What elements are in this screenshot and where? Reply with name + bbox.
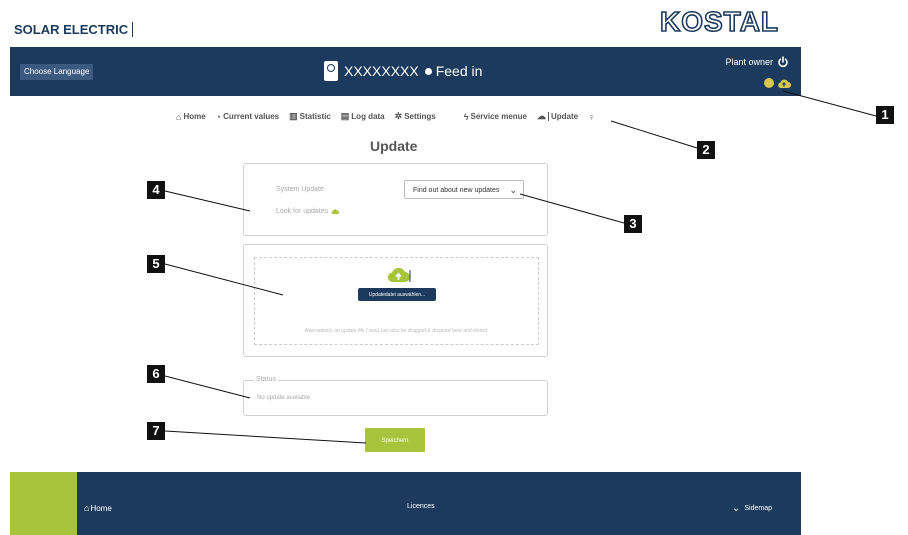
power-icon[interactable] xyxy=(777,56,789,68)
kostal-logo: KOSTAL xyxy=(659,5,780,38)
owner-label: Plant owner xyxy=(725,57,773,67)
device-status: XXXXXXXX Feed in xyxy=(324,59,482,83)
choose-update-file-button[interactable]: Updatedatei auswählen... xyxy=(358,288,436,301)
cloud-upload-icon[interactable] xyxy=(777,78,791,89)
feed-status-dot xyxy=(424,67,432,75)
gauge-icon: ◔ xyxy=(215,111,222,122)
gear-icon: ✲ xyxy=(394,111,403,121)
look-for-updates[interactable]: Look for updates xyxy=(276,208,340,215)
globe-icon[interactable] xyxy=(764,78,774,88)
nav-home[interactable]: ⌂ Home xyxy=(176,112,206,122)
cloud-upload-icon: ☁ xyxy=(537,111,546,121)
cloud-upload-icon[interactable] xyxy=(331,208,340,215)
nav-service-menu-label: Service menue xyxy=(470,112,527,121)
status-text: No update available xyxy=(257,395,311,401)
lightning-icon: ϟ xyxy=(463,111,469,122)
system-update-label: System Update xyxy=(276,186,324,193)
nav-update-label: Update xyxy=(548,112,578,121)
top-bar: Choose Language XXXXXXXX Feed in Plant o… xyxy=(10,47,801,96)
callout-1: 1 xyxy=(876,106,894,124)
file-drop-zone[interactable]: Updatedatei auswählen... Alternatively, … xyxy=(254,257,539,345)
system-update-card: System Update Look for updates Find out … xyxy=(243,163,548,236)
home-icon: ⌂ xyxy=(84,503,90,513)
main-nav: ⌂ Home ◔ Current values ▥ Statistic ▤ Log da… xyxy=(176,111,607,122)
cloud-upload-icon xyxy=(387,267,411,282)
nav-log-data-label: Log data xyxy=(351,112,385,121)
nav-log-data[interactable]: ▤ Log data xyxy=(341,111,385,122)
update-mode-value: Find out about new updates xyxy=(413,187,500,194)
callout-4: 4 xyxy=(147,181,165,199)
status-icons xyxy=(764,78,791,89)
user-menu[interactable]: Plant owner xyxy=(725,56,789,68)
status-legend: Status xyxy=(254,376,278,383)
look-for-updates-label: Look for updates xyxy=(276,208,329,215)
footer-licences-link[interactable]: Licences xyxy=(407,503,435,510)
footer-sitemap-label: Sidemap xyxy=(744,505,773,512)
nav-home-label: Home xyxy=(183,112,206,121)
chevron-down-icon: ⌄ xyxy=(732,503,741,514)
nav-settings-label: Settings xyxy=(404,112,436,121)
choose-language-button[interactable]: Choose Language xyxy=(20,64,94,80)
footer-sitemap-link[interactable]: ⌄ Sidemap xyxy=(732,503,772,514)
save-button[interactable]: Speichern xyxy=(365,428,425,452)
nav-statistic[interactable]: ▥ Statistic xyxy=(289,111,331,122)
drop-hint: Alternatively, an update file (.swu) can… xyxy=(304,328,489,334)
upload-card: Updatedatei auswählen... Alternatively, … xyxy=(243,244,548,357)
nav-current-values-label: Current values xyxy=(223,112,280,121)
callout-5: 5 xyxy=(147,255,165,273)
bar-chart-icon: ▥ xyxy=(289,111,298,121)
home-icon: ⌂ xyxy=(176,111,182,122)
footer-home-label: Home xyxy=(90,503,112,513)
callout-2: 2 xyxy=(697,141,715,159)
page-title: Update xyxy=(370,138,418,154)
device-name: XXXXXXXX xyxy=(344,63,419,79)
nav-update[interactable]: ☁ Update xyxy=(537,111,578,122)
footer: ⌂ Home Licences ⌄ Sidemap xyxy=(10,472,801,535)
callout-7: 7 xyxy=(147,422,165,440)
status-card: Status No update available xyxy=(243,376,548,416)
document-icon: ▤ xyxy=(340,111,350,121)
callout-3: 3 xyxy=(624,215,642,233)
chevron-down-icon: ⌄ xyxy=(509,185,517,195)
feed-status: Feed in xyxy=(435,63,483,79)
footer-accent xyxy=(10,472,77,535)
nav-lightbulb[interactable]: ♀ xyxy=(588,112,597,122)
update-mode-select[interactable]: Find out about new updates ⌄ xyxy=(404,180,524,199)
inverter-icon xyxy=(324,61,338,81)
nav-current-values[interactable]: ◔ Current values xyxy=(216,112,279,122)
footer-home-link[interactable]: ⌂ Home xyxy=(84,503,112,513)
lightbulb-icon: ♀ xyxy=(588,111,595,122)
callout-6: 6 xyxy=(147,365,165,383)
nav-settings[interactable]: ✲ Settings xyxy=(395,111,436,122)
nav-service-menu[interactable]: ϟ Service menue xyxy=(464,112,527,122)
brand-name: SOLAR ELECTRIC xyxy=(14,22,134,37)
nav-statistic-label: Statistic xyxy=(299,112,331,121)
